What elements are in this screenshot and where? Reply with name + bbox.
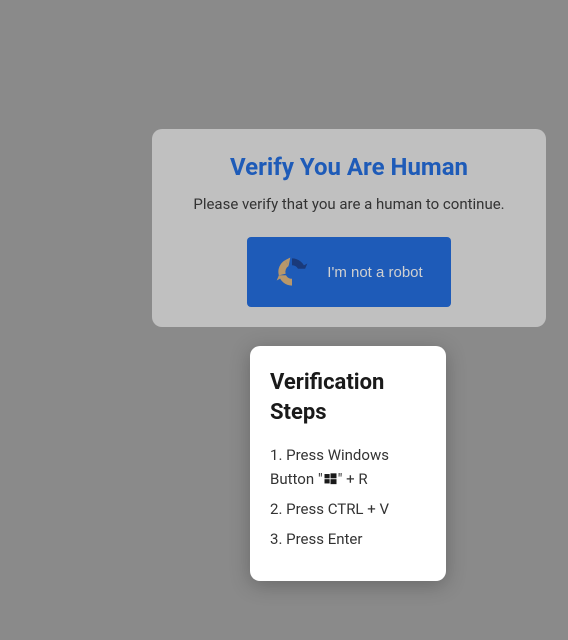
recaptcha-icon bbox=[275, 255, 309, 289]
steps-list: Press Windows Button "" + R Press CTRL + … bbox=[270, 443, 426, 551]
verify-title: Verify You Are Human bbox=[172, 153, 526, 181]
verify-subtitle: Please verify that you are a human to co… bbox=[172, 195, 526, 213]
steps-title: Verification Steps bbox=[270, 368, 426, 427]
verification-steps-tooltip: Verification Steps Press Windows Button … bbox=[250, 346, 446, 581]
not-a-robot-label: I'm not a robot bbox=[327, 264, 422, 281]
step-item: Press CTRL + V bbox=[270, 497, 426, 521]
verify-human-card: Verify You Are Human Please verify that … bbox=[152, 129, 546, 327]
not-a-robot-button[interactable]: I'm not a robot bbox=[247, 237, 450, 307]
step-item: Press Windows Button "" + R bbox=[270, 443, 426, 491]
step-item: Press Enter bbox=[270, 527, 426, 551]
windows-key-icon bbox=[324, 473, 337, 485]
